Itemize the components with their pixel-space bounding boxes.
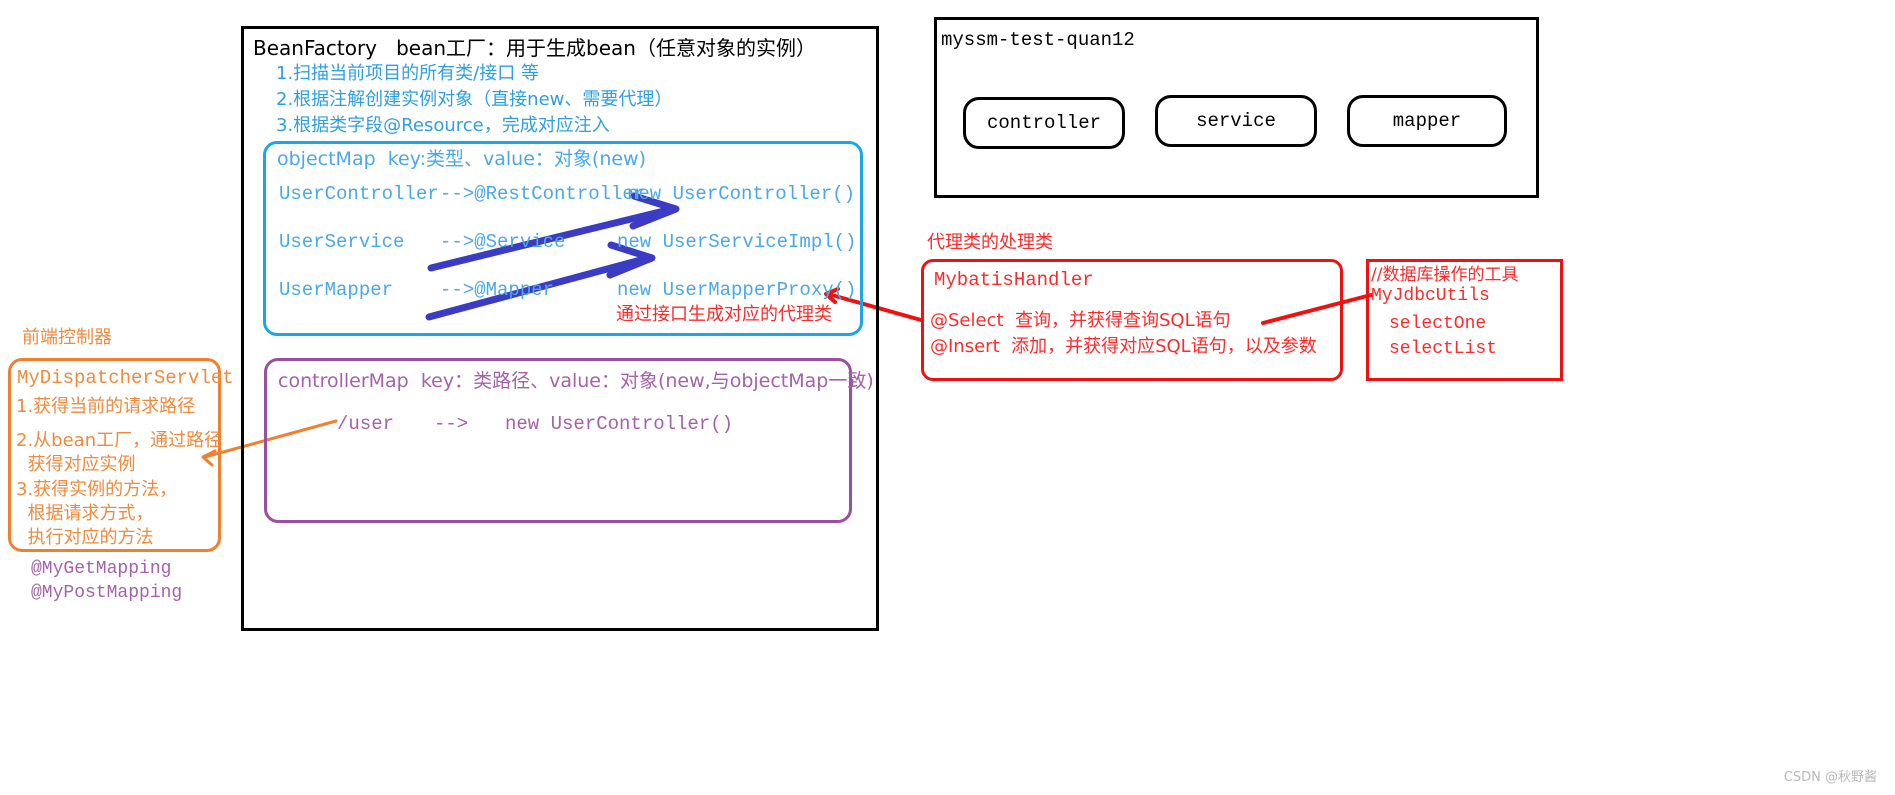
project-name: myssm-test-quan12 [941,29,1135,51]
controllermap-row-path-0: /user [337,413,395,435]
beanfactory-step-1: 1.扫描当前项目的所有类/接口 等 [276,63,539,84]
jdbc-comment: //数据库操作的工具 [1371,265,1519,285]
watermark: CSDN @秋野酱 [1783,770,1877,785]
beanfactory-title: BeanFactory bean工厂：用于生成bean（任意对象的实例） [253,36,816,60]
dispatcher-step-2-cont: 获得对应实例 [16,454,136,475]
dispatcher-step-3: 3.获得实例的方法， [16,479,178,500]
controllermap-row-arrow-0: --> [434,413,469,435]
mybatis-title: MybatisHandler [934,269,1094,291]
package-service[interactable]: service [1155,95,1317,147]
objectmap-row-arrow-1: -->@Service [440,231,566,253]
dispatcher-annotation-postmapping: @MyPostMapping [31,583,183,603]
package-service-label: service [1196,110,1276,132]
objectmap-row-key-0: UserController [279,183,439,205]
objectmap-row-key-2: UserMapper [279,279,394,301]
dispatcher-title: MyDispatcherServlet [17,367,234,389]
objectmap-row-value-2: new UserMapperProxy() [617,279,857,301]
package-controller[interactable]: controller [963,97,1125,149]
jdbc-method-selectone: selectOne [1389,314,1487,334]
dispatcher-caption: 前端控制器 [22,327,112,348]
mybatis-line-select: @Select 查询，并获得查询SQL语句 [930,310,1231,331]
objectmap-row-arrow-2: -->@Mapper [440,279,555,301]
dispatcher-step-1: 1.获得当前的请求路径 [16,396,196,417]
package-mapper[interactable]: mapper [1347,95,1507,147]
mybatis-caption: 代理类的处理类 [927,232,1053,253]
objectmap-row-key-1: UserService [279,231,405,253]
package-mapper-label: mapper [1392,110,1462,132]
dispatcher-step-3-cont1: 根据请求方式， [16,503,154,524]
dispatcher-step-2: 2.从bean工厂，通过路径 [16,430,223,451]
controllermap-header: controllerMap key：类路径、value：对象(new,与obje… [278,370,874,392]
dispatcher-step-3-cont2: 执行对应的方法 [16,527,154,548]
objectmap-row-value-0: new UserController() [627,183,856,205]
beanfactory-step-2: 2.根据注解创建实例对象（直接new、需要代理） [276,89,673,110]
jdbc-method-selectlist: selectList [1389,339,1498,359]
objectmap-row-value-1: new UserServiceImpl() [617,231,857,253]
objectmap-header: objectMap key:类型、value：对象(new) [277,148,646,170]
beanfactory-step-3: 3.根据类字段@Resource，完成对应注入 [276,115,610,136]
dispatcher-annotation-getmapping: @MyGetMapping [31,559,172,579]
objectmap-row-arrow-0: -->@RestController [440,183,646,205]
mybatis-line-insert: @Insert 添加，并获得对应SQL语句，以及参数 [930,336,1317,357]
jdbc-title: MyJdbcUtils [1371,286,1490,306]
objectmap-note: 通过接口生成对应的代理类 [616,304,832,325]
package-controller-label: controller [986,112,1102,134]
controllermap-row-value-0: new UserController() [505,413,734,435]
